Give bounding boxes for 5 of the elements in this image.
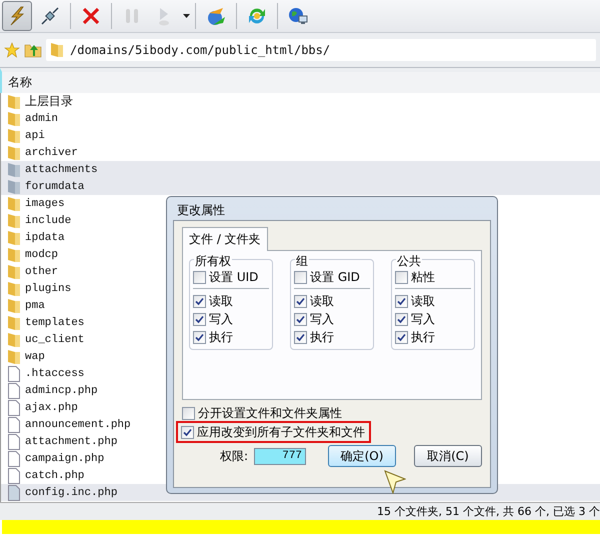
permission-label: 权限: bbox=[220, 448, 248, 464]
dialog-title: 更改属性 bbox=[176, 202, 226, 219]
group-title: 公共 bbox=[396, 253, 422, 270]
group-title: 所有权 bbox=[194, 253, 232, 270]
status-text: 15 个文件夹, 51 个文件, 共 66 个, 已选 3 个 bbox=[377, 504, 600, 519]
